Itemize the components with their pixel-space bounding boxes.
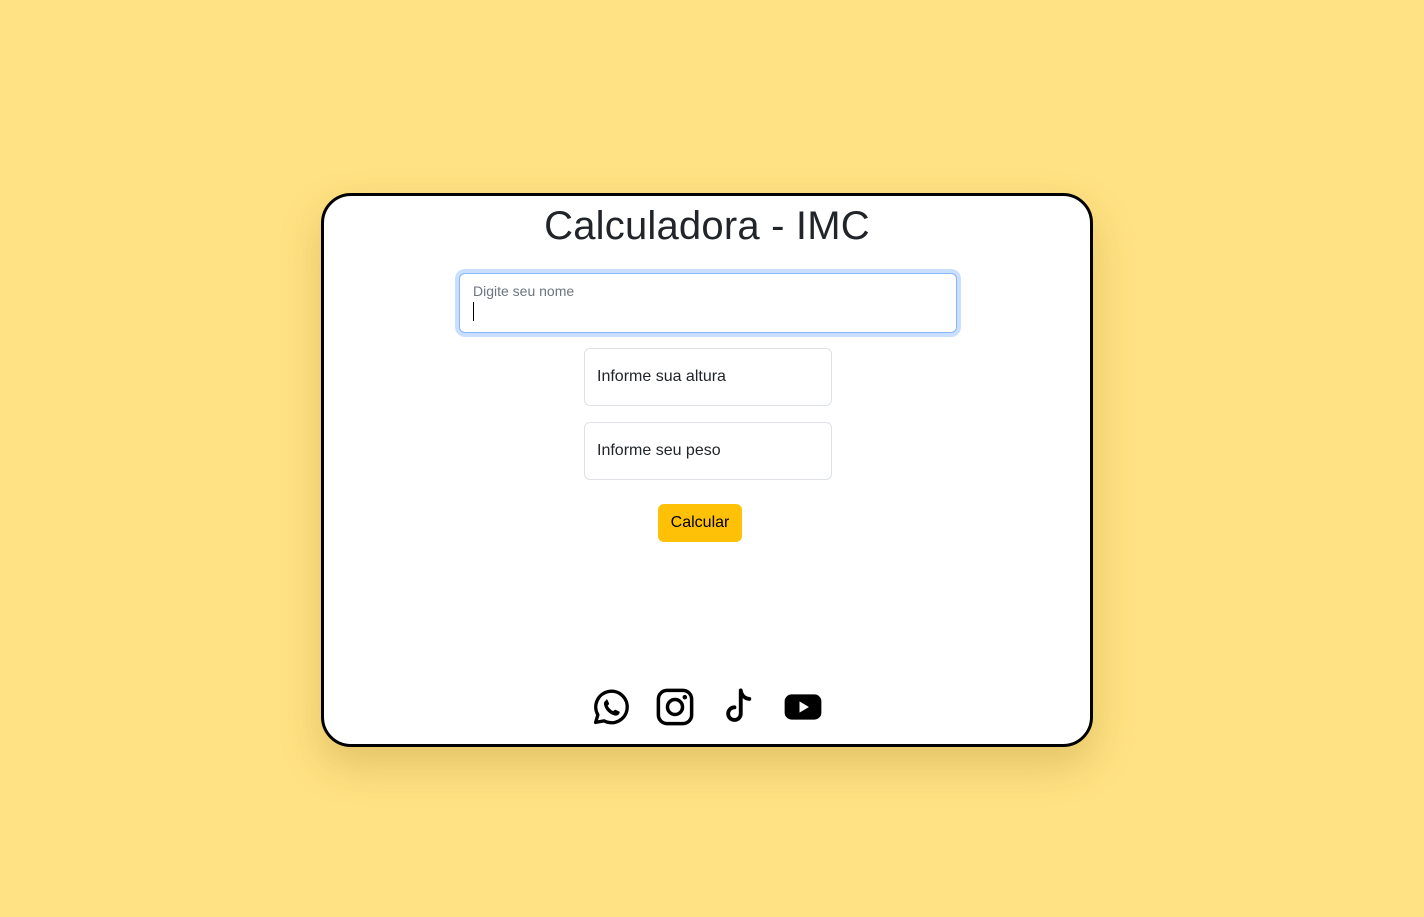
calculator-card: Calculadora - IMC Digite seu nome Calcul… — [321, 193, 1093, 747]
weight-field[interactable] — [584, 422, 832, 480]
text-caret — [473, 302, 474, 321]
youtube-icon[interactable] — [782, 686, 824, 728]
name-input[interactable] — [472, 302, 942, 324]
name-field[interactable]: Digite seu nome — [459, 273, 957, 333]
height-input[interactable] — [585, 349, 831, 405]
social-links — [324, 686, 1090, 728]
instagram-icon[interactable] — [654, 686, 696, 728]
name-field-label: Digite seu nome — [473, 283, 575, 299]
tiktok-icon[interactable] — [718, 686, 760, 728]
height-field[interactable] — [584, 348, 832, 406]
weight-input[interactable] — [585, 423, 831, 479]
page-title: Calculadora - IMC — [544, 204, 870, 248]
whatsapp-icon[interactable] — [590, 686, 632, 728]
calculate-button[interactable]: Calcular — [658, 504, 742, 542]
